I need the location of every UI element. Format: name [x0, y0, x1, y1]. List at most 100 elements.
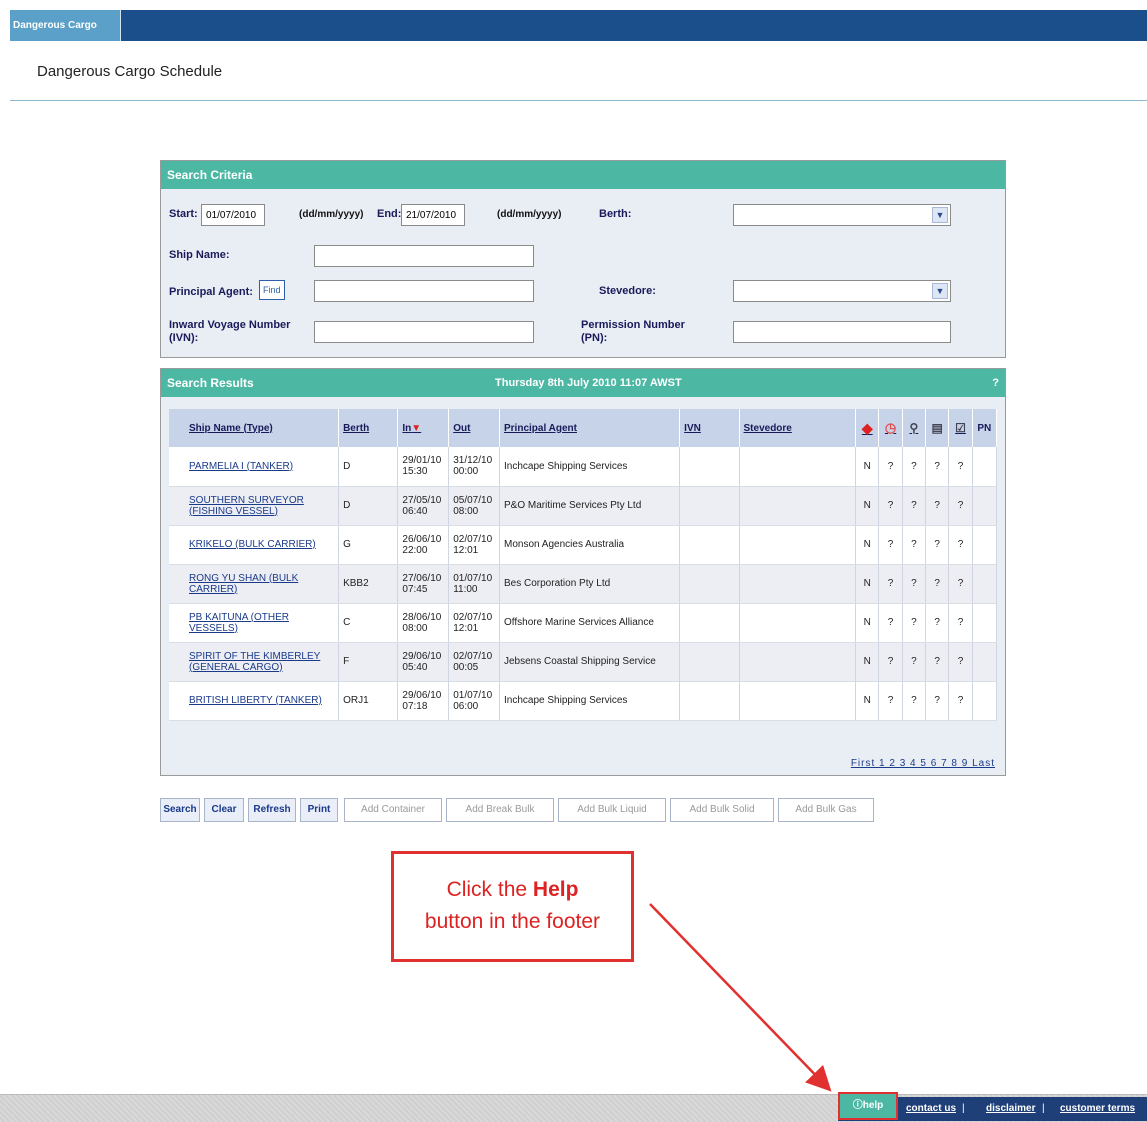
col-pn[interactable]: PN	[972, 409, 998, 447]
cell-ship[interactable]: SPIRIT OF THE KIMBERLEY (GENERAL CARGO)	[169, 642, 340, 682]
cell-ship[interactable]: PARMELIA I (TANKER)	[169, 447, 340, 487]
col-ship-name[interactable]: Ship Name (Type)	[169, 409, 340, 447]
add-break-bulk-button[interactable]: Add Break Bulk	[446, 798, 554, 822]
cell-c5: ?	[948, 603, 973, 643]
cell-ship[interactable]: PB KAITUNA (OTHER VESSELS)	[169, 603, 340, 643]
cell-c4: ?	[925, 525, 950, 565]
col-time[interactable]: ◷	[878, 409, 903, 447]
app-tab[interactable]: Dangerous Cargo	[10, 10, 121, 41]
footer-separator: |	[1042, 1103, 1045, 1114]
cell-berth: G	[338, 525, 399, 565]
add-bulk-liquid-button[interactable]: Add Bulk Liquid	[558, 798, 666, 822]
start-label: Start:	[169, 208, 198, 220]
cell-c4: ?	[925, 642, 950, 682]
col-pin[interactable]: ⚲	[902, 409, 927, 447]
col-check[interactable]: ☑	[948, 409, 973, 447]
cell-stevedore	[739, 603, 857, 643]
ivn-input[interactable]	[314, 321, 534, 343]
pagination[interactable]: First 1 2 3 4 5 6 7 8 9 Last	[851, 758, 995, 769]
stevedore-label: Stevedore:	[599, 285, 656, 297]
cell-c1: N	[855, 642, 880, 682]
cell-in: 29/01/10 15:30	[397, 447, 450, 487]
add-bulk-gas-button[interactable]: Add Bulk Gas	[778, 798, 874, 822]
cell-ship[interactable]: SOUTHERN SURVEYOR (FISHING VESSEL)	[169, 486, 340, 526]
top-banner: Dangerous Cargo	[10, 10, 1147, 41]
disclaimer-link[interactable]: disclaimer	[986, 1097, 1035, 1121]
cell-c5: ?	[948, 447, 973, 487]
col-dangerous[interactable]: ◆	[855, 409, 880, 447]
cell-c4: ?	[925, 681, 950, 721]
col-document[interactable]: ▤	[925, 409, 950, 447]
col-stevedore[interactable]: Stevedore	[739, 409, 857, 447]
end-date-input[interactable]	[401, 204, 465, 226]
cell-stevedore	[739, 564, 857, 604]
col-ivn[interactable]: IVN	[679, 409, 740, 447]
table-row[interactable]: KRIKELO (BULK CARRIER) G 26/06/10 22:00 02/…	[169, 525, 998, 565]
start-date-input[interactable]	[201, 204, 265, 226]
search-results-title: Search Results	[167, 376, 254, 390]
berth-label: Berth:	[599, 208, 632, 220]
ivn-label: Inward Voyage Number (IVN):	[169, 319, 291, 344]
cell-agent: P&O Maritime Services Pty Ltd	[499, 486, 681, 526]
print-button[interactable]: Print	[300, 798, 338, 822]
col-in[interactable]: In▼	[397, 409, 450, 447]
cell-c2: ?	[878, 642, 903, 682]
stevedore-select[interactable]: ▼	[733, 280, 951, 302]
cell-out: 02/07/10 00:05	[448, 642, 500, 682]
help-icon[interactable]: ?	[992, 369, 999, 397]
table-row[interactable]: PARMELIA I (TANKER) D 29/01/10 15:30 31/12/…	[169, 447, 998, 487]
col-out[interactable]: Out	[448, 409, 500, 447]
cell-ship[interactable]: KRIKELO (BULK CARRIER)	[169, 525, 340, 565]
search-button[interactable]: Search	[160, 798, 200, 822]
cell-c2: ?	[878, 681, 903, 721]
cell-ship[interactable]: RONG YU SHAN (BULK CARRIER)	[169, 564, 340, 604]
page-title: Dangerous Cargo Schedule	[37, 63, 223, 80]
cell-pn	[972, 486, 998, 526]
table-row[interactable]: SOUTHERN SURVEYOR (FISHING VESSEL) D 27/05…	[169, 486, 998, 526]
refresh-button[interactable]: Refresh	[248, 798, 296, 822]
add-container-button[interactable]: Add Container	[344, 798, 442, 822]
clear-button[interactable]: Clear	[204, 798, 244, 822]
cell-ship[interactable]: BRITISH LIBERTY (TANKER)	[169, 681, 340, 721]
cell-stevedore	[739, 642, 857, 682]
footer-separator: |	[962, 1103, 965, 1114]
cell-out: 05/07/10 08:00	[448, 486, 500, 526]
table-row[interactable]: SPIRIT OF THE KIMBERLEY (GENERAL CARGO) F…	[169, 642, 998, 682]
cell-out: 01/07/10 06:00	[448, 681, 500, 721]
cell-berth: KBB2	[338, 564, 399, 604]
cell-berth: D	[338, 486, 399, 526]
col-principal-agent[interactable]: Principal Agent	[499, 409, 681, 447]
table-row[interactable]: PB KAITUNA (OTHER VESSELS) C 28/06/10 08:0…	[169, 603, 998, 643]
sort-desc-icon: ▼	[411, 422, 422, 434]
search-results-header: Search Results Thursday 8th July 2010 11…	[161, 369, 1005, 397]
chevron-down-icon[interactable]: ▼	[932, 207, 948, 223]
footer: contact us | disclaimer | customer terms	[0, 1094, 1147, 1122]
principal-agent-input[interactable]	[314, 280, 534, 302]
contact-us-link[interactable]: contact us	[906, 1097, 956, 1121]
cell-c3: ?	[902, 525, 927, 565]
table-row[interactable]: RONG YU SHAN (BULK CARRIER) KBB2 27/06/10 …	[169, 564, 998, 604]
cell-pn	[972, 564, 998, 604]
ship-name-input[interactable]	[314, 245, 534, 267]
table-row[interactable]: BRITISH LIBERTY (TANKER) ORJ1 29/06/10 07:…	[169, 681, 998, 721]
cell-berth: C	[338, 603, 399, 643]
cell-ivn	[679, 603, 740, 643]
cell-ivn	[679, 525, 740, 565]
cell-stevedore	[739, 447, 857, 487]
customer-terms-link[interactable]: customer terms	[1060, 1097, 1135, 1121]
col-in-label: In	[402, 422, 412, 434]
add-bulk-solid-button[interactable]: Add Bulk Solid	[670, 798, 774, 822]
cell-c4: ?	[925, 564, 950, 604]
cell-stevedore	[739, 525, 857, 565]
chevron-down-icon[interactable]: ▼	[932, 283, 948, 299]
pn-input[interactable]	[733, 321, 951, 343]
cell-c3: ?	[902, 486, 927, 526]
col-berth[interactable]: Berth	[338, 409, 399, 447]
cell-pn	[972, 642, 998, 682]
cell-agent: Bes Corporation Pty Ltd	[499, 564, 681, 604]
berth-select[interactable]: ▼	[733, 204, 951, 226]
find-agent-button[interactable]: Find	[259, 280, 285, 300]
cell-pn	[972, 681, 998, 721]
help-button[interactable]: ⓘhelp	[838, 1092, 898, 1120]
cell-c1: N	[855, 564, 880, 604]
